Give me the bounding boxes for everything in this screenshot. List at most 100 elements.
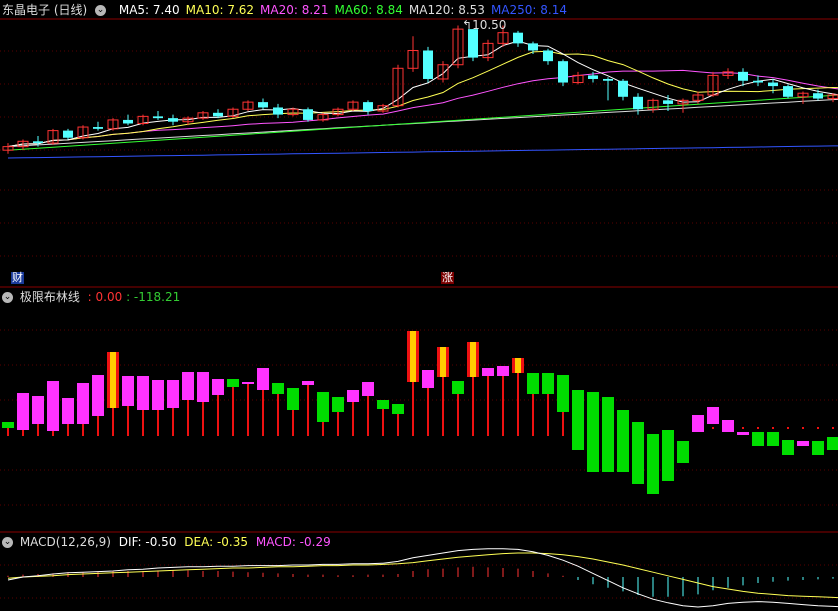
candle-body-down	[603, 78, 613, 81]
high-price-marker: ↰10.50	[462, 18, 506, 32]
indicator-bar-magenta	[242, 382, 254, 384]
chart-window[interactable]: 东晶电子 (日线) ⌄ MA5: 7.40 MA10: 7.62 MA20: 8.2…	[0, 0, 838, 611]
dea-line	[7, 552, 838, 599]
indicator-bar-yellow	[410, 331, 416, 382]
indicator-bar-magenta	[692, 415, 704, 432]
indicator-bar-magenta	[182, 372, 194, 400]
indicator-bar-yellow	[515, 358, 521, 373]
collapse-circle-icon[interactable]: ⌄	[95, 5, 107, 16]
candle-body-down	[558, 61, 568, 83]
indicator-bar-magenta	[62, 398, 74, 424]
candle-body-down	[753, 80, 763, 83]
candle-body-down	[588, 75, 598, 79]
ma250-line	[7, 145, 838, 159]
indicator-bar-green	[827, 437, 838, 450]
indicator-red-dot	[742, 427, 744, 429]
candle-body-down	[783, 86, 793, 97]
indicator-bar-yellow	[440, 347, 446, 377]
indicator-bar-green	[287, 388, 299, 410]
finance-tag[interactable]: 财	[11, 272, 24, 284]
macd-dea: DEA: -0.35	[184, 535, 249, 549]
indicator-bar-green	[272, 383, 284, 394]
candle-body-down	[513, 32, 523, 44]
indicator-bar-green	[677, 441, 689, 463]
indicator-bar-green	[602, 397, 614, 472]
indicator-bar-green	[632, 422, 644, 484]
indicator-bar-magenta	[497, 366, 509, 376]
candle-body-down	[303, 109, 313, 120]
macd-value: MACD: -0.29	[255, 535, 331, 549]
ma-legend-item: MA60: 8.84	[334, 3, 403, 17]
main-panel-header: 东晶电子 (日线) ⌄ MA5: 7.40 MA10: 7.62 MA20: 8.2…	[2, 3, 567, 17]
candle-body-down	[213, 112, 223, 117]
ma-legend: MA5: 7.40 MA10: 7.62 MA20: 8.21 MA60: 8.84 M…	[113, 3, 567, 17]
indicator-bar-magenta	[47, 381, 59, 431]
indicator-bar-yellow	[470, 342, 476, 377]
indicator-bar-green	[2, 422, 14, 428]
indicator-bar-green	[767, 432, 779, 446]
indicator-bar-green	[227, 379, 239, 387]
indicator-red-dot	[832, 427, 834, 429]
ma-legend-item: MA10: 7.62	[185, 3, 255, 17]
ma-legend-item: MA250: 8.14	[490, 3, 567, 17]
indicator-bar-green	[542, 373, 554, 394]
candle-body-down	[528, 43, 538, 51]
stock-title[interactable]: 东晶电子 (日线)	[2, 3, 87, 17]
collapse-circle-icon[interactable]: ⌄	[2, 292, 13, 303]
indicator-bar-magenta	[92, 375, 104, 416]
indicator-bar-yellow	[110, 352, 116, 408]
indicator-bar-magenta	[737, 432, 749, 435]
candle-body-down	[768, 82, 778, 87]
indicator-red-dot	[787, 427, 789, 429]
ma-legend-item: MA120: 8.53	[408, 3, 485, 17]
indicator-bar-magenta	[302, 381, 314, 385]
high-price-marker-arrow-icon: ↰	[462, 18, 473, 32]
indicator-bar-magenta	[422, 370, 434, 388]
indicator-bar-magenta	[257, 368, 269, 390]
candle-body-down	[33, 141, 43, 144]
indicator-bar-magenta	[17, 393, 29, 430]
indicator-bar-green	[452, 381, 464, 394]
indicator-red-dot	[817, 427, 819, 429]
ma-legend-item: MA5: 7.40	[118, 3, 180, 17]
candle-body-down	[93, 127, 103, 129]
indicator-red-dot	[712, 427, 714, 429]
candle-body-down	[663, 100, 673, 104]
indicator-bar-magenta	[212, 379, 224, 395]
indicator-bar-green	[392, 404, 404, 414]
indicator-panel-header: ⌄ 极限布林线 : 0.00 : -118.21	[2, 290, 180, 304]
candle-body-down	[738, 71, 748, 81]
indicator-bar-magenta	[197, 372, 209, 402]
candle-body-down	[633, 96, 643, 110]
indicator-bar-green	[662, 430, 674, 481]
indicator-red-dot	[772, 427, 774, 429]
indicator-bar-magenta	[482, 368, 494, 376]
kline-chart-svg[interactable]	[0, 0, 838, 611]
collapse-circle-icon[interactable]: ⌄	[2, 537, 13, 548]
indicator-bar-magenta	[797, 441, 809, 446]
indicator-value-1: : 0.00	[87, 290, 123, 304]
macd-name[interactable]: MACD(12,26,9)	[20, 535, 111, 549]
indicator-bar-green	[377, 400, 389, 409]
limit-up-tag[interactable]: 涨	[441, 272, 454, 284]
candle-body-down	[123, 119, 133, 124]
indicator-name[interactable]: 极限布林线	[20, 290, 80, 304]
indicator-bar-green	[572, 390, 584, 450]
candle-body-down	[273, 107, 283, 115]
candle-body-down	[618, 80, 628, 97]
candle-body-down	[543, 50, 553, 62]
candle-body-down	[258, 102, 268, 108]
candle-body-down	[363, 102, 373, 112]
candle-body-down	[153, 116, 163, 119]
indicator-bar-green	[557, 375, 569, 412]
indicator-value-2: : -118.21	[126, 290, 181, 304]
indicator-bar-green	[617, 410, 629, 472]
indicator-bar-magenta	[722, 420, 734, 432]
indicator-bar-green	[782, 440, 794, 455]
indicator-bar-green	[812, 441, 824, 455]
indicator-bar-magenta	[707, 407, 719, 424]
indicator-bar-green	[647, 434, 659, 494]
ma-legend-item: MA20: 8.21	[260, 3, 329, 17]
candle-body-down	[468, 29, 478, 58]
high-price-label: 10.50	[472, 18, 507, 32]
